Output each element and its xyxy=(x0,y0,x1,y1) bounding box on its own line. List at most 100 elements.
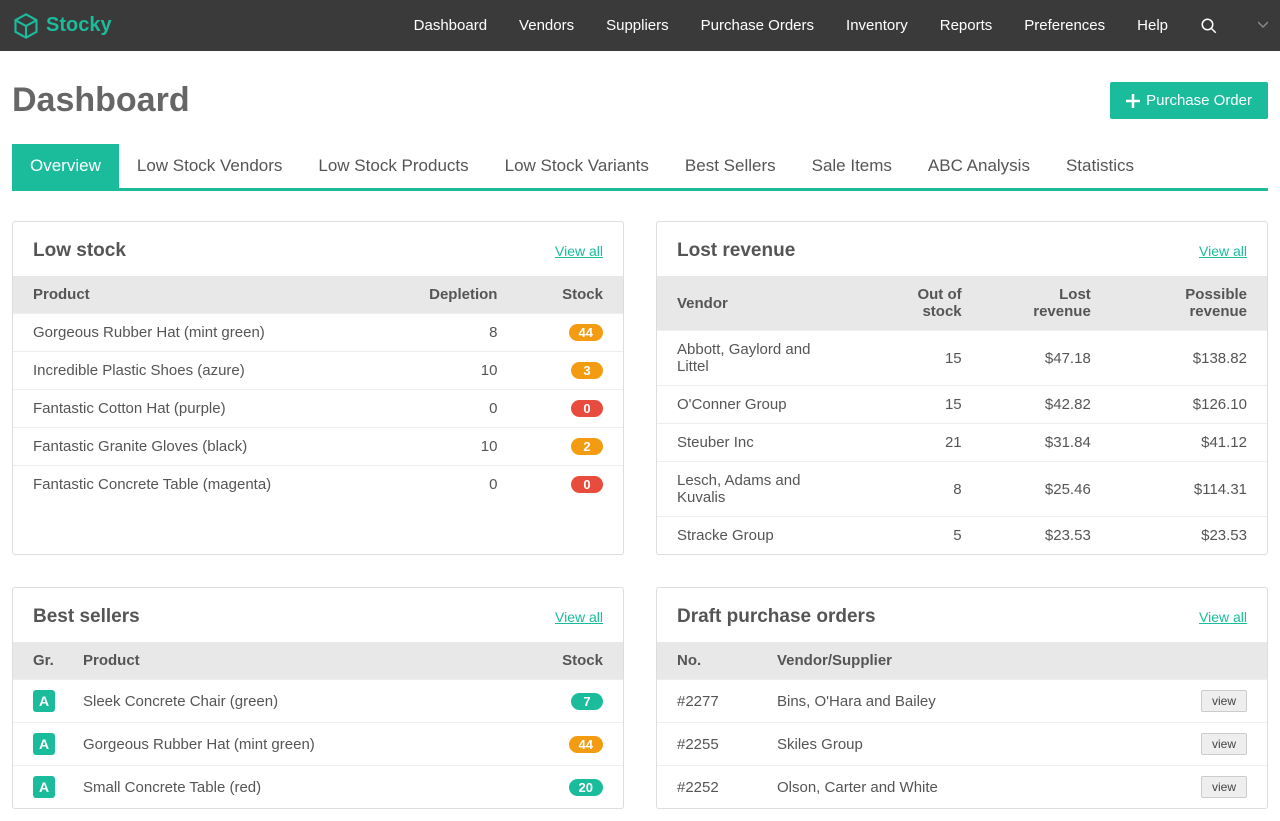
tab-sale-items[interactable]: Sale Items xyxy=(794,144,910,188)
lost-revenue-table: Vendor Out of stock Lost revenue Possibl… xyxy=(657,276,1267,554)
nav-inventory[interactable]: Inventory xyxy=(846,17,908,34)
nav-vendors[interactable]: Vendors xyxy=(519,17,574,34)
table-row: Gorgeous Rubber Hat (mint green) 8 44 xyxy=(13,314,623,352)
cell-po-number: #2255 xyxy=(657,723,757,766)
cell-lost-revenue: $42.82 xyxy=(982,386,1111,424)
cell-out-of-stock: 15 xyxy=(860,386,982,424)
cell-vendor: Abbott, Gaylord and Littel xyxy=(657,331,860,386)
tab-best-sellers[interactable]: Best Sellers xyxy=(667,144,794,188)
nav-purchase-orders[interactable]: Purchase Orders xyxy=(701,17,814,34)
cell-lost-revenue: $23.53 xyxy=(982,517,1111,555)
tab-statistics[interactable]: Statistics xyxy=(1048,144,1152,188)
tab-low-stock-products[interactable]: Low Stock Products xyxy=(300,144,486,188)
col-possible-revenue: Possible revenue xyxy=(1111,276,1267,331)
table-row: #2255 Skiles Group view xyxy=(657,723,1267,766)
table-row: Lesch, Adams and Kuvalis 8 $25.46 $114.3… xyxy=(657,462,1267,517)
draft-po-title: Draft purchase orders xyxy=(677,606,876,628)
cell-grade: A xyxy=(13,766,63,809)
cell-vendor: Steuber Inc xyxy=(657,424,860,462)
brand-logo[interactable]: Stocky xyxy=(12,12,112,40)
col-vendor: Vendor xyxy=(657,276,860,331)
stock-pill: 44 xyxy=(569,736,603,753)
cell-possible-revenue: $23.53 xyxy=(1111,517,1267,555)
cell-vendor: Olson, Carter and White xyxy=(757,766,1114,809)
cell-stock: 2 xyxy=(517,428,623,466)
cell-lost-revenue: $47.18 xyxy=(982,331,1111,386)
draft-po-table: No. Vendor/Supplier #2277 Bins, O'Hara a… xyxy=(657,642,1267,808)
cell-product: Gorgeous Rubber Hat (mint green) xyxy=(63,723,495,766)
col-no: No. xyxy=(657,642,757,680)
lost-revenue-panel: Lost revenue View all Vendor Out of stoc… xyxy=(656,221,1268,555)
view-po-button[interactable]: view xyxy=(1201,733,1247,755)
view-po-button[interactable]: view xyxy=(1201,690,1247,712)
cell-product: Fantastic Concrete Table (magenta) xyxy=(13,466,376,504)
cell-stock: 20 xyxy=(495,766,623,809)
cell-stock: 44 xyxy=(495,723,623,766)
cell-grade: A xyxy=(13,723,63,766)
low-stock-view-all-link[interactable]: View all xyxy=(555,243,603,259)
best-sellers-view-all-link[interactable]: View all xyxy=(555,609,603,625)
cell-stock: 0 xyxy=(517,466,623,504)
tab-abc-analysis[interactable]: ABC Analysis xyxy=(910,144,1048,188)
cell-vendor: Skiles Group xyxy=(757,723,1114,766)
best-sellers-table: Gr. Product Stock A Sleek Concrete Chair… xyxy=(13,642,623,808)
cell-po-number: #2252 xyxy=(657,766,757,809)
cell-possible-revenue: $126.10 xyxy=(1111,386,1267,424)
cell-depletion: 0 xyxy=(376,466,517,504)
cell-possible-revenue: $41.12 xyxy=(1111,424,1267,462)
nav-help[interactable]: Help xyxy=(1137,17,1168,34)
best-sellers-title: Best sellers xyxy=(33,606,140,628)
top-nav: Dashboard Vendors Suppliers Purchase Ord… xyxy=(414,17,1268,35)
table-row: Abbott, Gaylord and Littel 15 $47.18 $13… xyxy=(657,331,1267,386)
nav-reports[interactable]: Reports xyxy=(940,17,993,34)
cell-out-of-stock: 15 xyxy=(860,331,982,386)
col-depletion: Depletion xyxy=(376,276,517,314)
grade-badge: A xyxy=(33,776,55,798)
tab-low-stock-variants[interactable]: Low Stock Variants xyxy=(487,144,667,188)
cell-out-of-stock: 8 xyxy=(860,462,982,517)
stock-pill: 44 xyxy=(569,324,603,341)
user-menu-caret-icon[interactable] xyxy=(1258,17,1268,35)
cell-possible-revenue: $114.31 xyxy=(1111,462,1267,517)
stock-pill: 2 xyxy=(571,438,603,455)
view-po-button[interactable]: view xyxy=(1201,776,1247,798)
cell-product: Fantastic Cotton Hat (purple) xyxy=(13,390,376,428)
cell-action: view xyxy=(1114,766,1267,809)
table-row: O'Conner Group 15 $42.82 $126.10 xyxy=(657,386,1267,424)
best-sellers-panel: Best sellers View all Gr. Product Stock … xyxy=(12,587,624,809)
table-row: A Small Concrete Table (red) 20 xyxy=(13,766,623,809)
table-row: #2277 Bins, O'Hara and Bailey view xyxy=(657,680,1267,723)
new-purchase-order-button[interactable]: Purchase Order xyxy=(1110,82,1268,119)
col-out-of-stock: Out of stock xyxy=(860,276,982,331)
brand-name: Stocky xyxy=(46,14,112,37)
cell-lost-revenue: $25.46 xyxy=(982,462,1111,517)
col-lost-revenue: Lost revenue xyxy=(982,276,1111,331)
tab-low-stock-vendors[interactable]: Low Stock Vendors xyxy=(119,144,301,188)
plus-icon xyxy=(1126,94,1140,108)
low-stock-table: Product Depletion Stock Gorgeous Rubber … xyxy=(13,276,623,503)
stock-pill: 7 xyxy=(571,693,603,710)
cell-product: Incredible Plastic Shoes (azure) xyxy=(13,352,376,390)
table-row: #2252 Olson, Carter and White view xyxy=(657,766,1267,809)
tab-overview[interactable]: Overview xyxy=(12,144,119,188)
nav-dashboard[interactable]: Dashboard xyxy=(414,17,487,34)
cell-lost-revenue: $31.84 xyxy=(982,424,1111,462)
table-row: Fantastic Granite Gloves (black) 10 2 xyxy=(13,428,623,466)
grade-badge: A xyxy=(33,733,55,755)
nav-preferences[interactable]: Preferences xyxy=(1024,17,1105,34)
table-row: Fantastic Concrete Table (magenta) 0 0 xyxy=(13,466,623,504)
table-row: A Sleek Concrete Chair (green) 7 xyxy=(13,680,623,723)
search-icon[interactable] xyxy=(1200,17,1218,35)
topbar: Stocky Dashboard Vendors Suppliers Purch… xyxy=(0,0,1280,51)
lost-revenue-view-all-link[interactable]: View all xyxy=(1199,243,1247,259)
cell-action: view xyxy=(1114,723,1267,766)
stock-pill: 20 xyxy=(569,779,603,796)
table-row: A Gorgeous Rubber Hat (mint green) 44 xyxy=(13,723,623,766)
cell-po-number: #2277 xyxy=(657,680,757,723)
nav-suppliers[interactable]: Suppliers xyxy=(606,17,669,34)
draft-po-view-all-link[interactable]: View all xyxy=(1199,609,1247,625)
col-grade: Gr. xyxy=(13,642,63,680)
cell-depletion: 0 xyxy=(376,390,517,428)
cell-possible-revenue: $138.82 xyxy=(1111,331,1267,386)
cell-product: Gorgeous Rubber Hat (mint green) xyxy=(13,314,376,352)
